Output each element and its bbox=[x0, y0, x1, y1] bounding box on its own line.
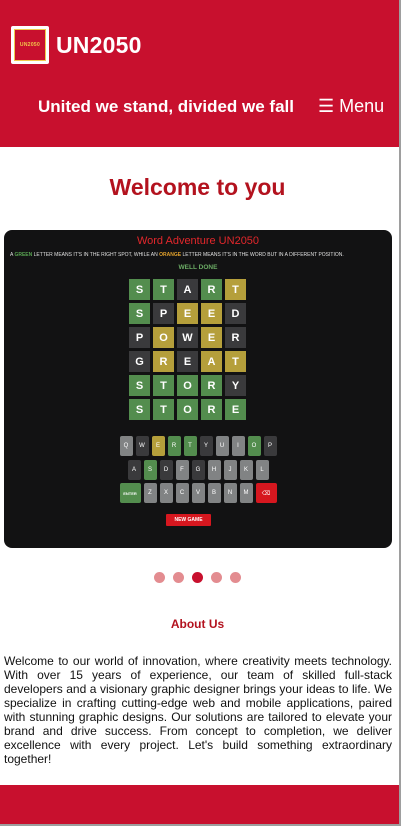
key-f[interactable]: F bbox=[175, 459, 189, 480]
board-tile: D bbox=[225, 303, 246, 324]
board-tile: R bbox=[225, 327, 246, 348]
new-game-button[interactable]: NEW GAME bbox=[166, 514, 211, 526]
key-p[interactable]: P bbox=[263, 436, 277, 456]
board-tile: O bbox=[177, 399, 198, 420]
carousel-dot[interactable] bbox=[154, 572, 165, 583]
board-tile: S bbox=[129, 279, 150, 300]
keyboard-row: ENTER Z X C V B N M ⌫ bbox=[4, 483, 392, 503]
carousel-slide[interactable]: Word Adventure UN2050 A GREEN LETTER MEA… bbox=[4, 230, 392, 548]
board-tile: P bbox=[129, 327, 150, 348]
keyboard-row: ASDFGHJKL bbox=[4, 459, 392, 480]
board-tile: O bbox=[177, 375, 198, 396]
board-tile: T bbox=[225, 279, 246, 300]
board-tile: A bbox=[177, 279, 198, 300]
key-g[interactable]: G bbox=[191, 459, 205, 480]
game-title: Word Adventure UN2050 bbox=[136, 235, 260, 247]
key-a[interactable]: A bbox=[127, 459, 141, 480]
board-tile: E bbox=[177, 351, 198, 372]
welcome-heading: Welcome to you bbox=[109, 174, 286, 200]
key-y[interactable]: Y bbox=[199, 436, 213, 456]
board-row: POWER bbox=[129, 327, 249, 348]
key-i[interactable]: I bbox=[231, 436, 245, 456]
key-q[interactable]: Q bbox=[119, 436, 133, 456]
tagline: United we stand, divided we fall bbox=[38, 97, 294, 116]
board-tile: E bbox=[225, 399, 246, 420]
key-m[interactable]: M bbox=[239, 483, 253, 503]
key-j[interactable]: J bbox=[223, 459, 237, 480]
keyboard-row: QWERTYUIOP bbox=[4, 436, 392, 456]
key-n[interactable]: N bbox=[223, 483, 237, 503]
board-tile: T bbox=[153, 375, 174, 396]
board-tile: S bbox=[129, 303, 150, 324]
board-tile: G bbox=[129, 351, 150, 372]
game-status: WELL DONE bbox=[178, 264, 218, 271]
board-tile: W bbox=[177, 327, 198, 348]
rules-orange-word: ORANGE bbox=[159, 252, 182, 258]
brand-name[interactable]: UN2050 bbox=[56, 32, 142, 59]
board-tile: R bbox=[153, 351, 174, 372]
key-h[interactable]: H bbox=[207, 459, 221, 480]
board-tile: O bbox=[153, 327, 174, 348]
logo-text: UN2050 bbox=[19, 42, 41, 48]
board-tile: A bbox=[201, 351, 222, 372]
board-tile: T bbox=[153, 279, 174, 300]
board-tile: S bbox=[129, 375, 150, 396]
carousel-dot[interactable] bbox=[192, 572, 203, 583]
board-tile: T bbox=[153, 399, 174, 420]
about-title: About Us bbox=[170, 617, 225, 631]
key-b[interactable]: B bbox=[207, 483, 221, 503]
key-t[interactable]: T bbox=[183, 436, 197, 456]
key-l[interactable]: L bbox=[255, 459, 269, 480]
key-w[interactable]: W bbox=[135, 436, 149, 456]
key-o[interactable]: O bbox=[247, 436, 261, 456]
key-r[interactable]: R bbox=[167, 436, 181, 456]
board-tile: T bbox=[225, 351, 246, 372]
carousel-dot[interactable] bbox=[230, 572, 241, 583]
board-row: SPEED bbox=[129, 303, 249, 324]
about-text: Welcome to our world of innovation, wher… bbox=[4, 654, 392, 766]
key-z[interactable]: Z bbox=[143, 483, 157, 503]
board-row: START bbox=[129, 279, 249, 300]
game-keyboard: Q W E R T Y U I O P A S D F G H J K L ENTER Z X C V B N M ⌫ bbox=[4, 436, 392, 507]
game-rules: A GREEN LETTER MEANS IT'S IN THE RIGHT S… bbox=[10, 252, 390, 258]
rules-text-3: LETTER MEANS IT'S IN THE WORD BUT IN A D… bbox=[181, 252, 344, 258]
key-c[interactable]: C bbox=[175, 483, 189, 503]
rules-green-word: GREEN bbox=[14, 252, 33, 258]
board-tile: R bbox=[201, 375, 222, 396]
key-x[interactable]: X bbox=[159, 483, 173, 503]
board-tile: R bbox=[201, 399, 222, 420]
site-footer bbox=[0, 785, 399, 824]
logo-emblem: UN2050 bbox=[14, 29, 46, 61]
board-tile: E bbox=[201, 303, 222, 324]
key-v[interactable]: V bbox=[191, 483, 205, 503]
board-tile: R bbox=[201, 279, 222, 300]
key-k[interactable]: K bbox=[239, 459, 253, 480]
carousel-dot[interactable] bbox=[173, 572, 184, 583]
menu-button[interactable]: ☰ Menu bbox=[318, 96, 384, 117]
board-row: STORE bbox=[129, 399, 249, 420]
board-tile: P bbox=[153, 303, 174, 324]
rules-text-2: LETTER MEANS IT'S IN THE RIGHT SPOT, WHI… bbox=[32, 252, 160, 258]
carousel-indicators bbox=[154, 572, 249, 583]
game-board: STARTSPEEDPOWERGREATSTORYSTORE bbox=[129, 279, 249, 423]
board-tile: Y bbox=[225, 375, 246, 396]
board-tile: E bbox=[177, 303, 198, 324]
carousel-dot[interactable] bbox=[211, 572, 222, 583]
key-u[interactable]: U bbox=[215, 436, 229, 456]
logo[interactable]: UN2050 bbox=[11, 26, 49, 64]
backspace-icon[interactable]: ⌫ bbox=[255, 483, 277, 503]
site-header: UN2050 UN2050 United we stand, divided w… bbox=[0, 0, 399, 147]
board-row: STORY bbox=[129, 375, 249, 396]
key-e[interactable]: E bbox=[151, 436, 165, 456]
board-tile: E bbox=[201, 327, 222, 348]
board-row: GREAT bbox=[129, 351, 249, 372]
key-s[interactable]: S bbox=[143, 459, 157, 480]
board-tile: S bbox=[129, 399, 150, 420]
key-d[interactable]: D bbox=[159, 459, 173, 480]
enter-key[interactable]: ENTER bbox=[119, 483, 141, 503]
